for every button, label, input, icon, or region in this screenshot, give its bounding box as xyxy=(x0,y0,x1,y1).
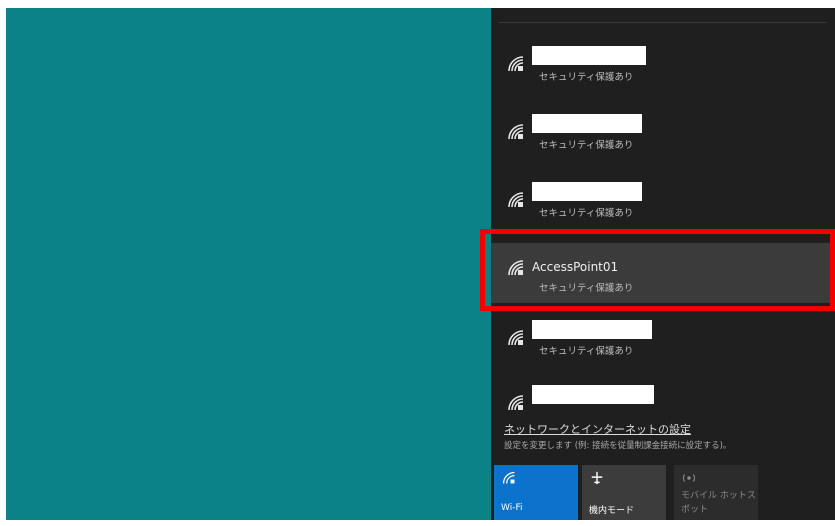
mobile-hotspot-tile[interactable]: モバイル ホットスポット xyxy=(674,465,758,520)
network-ssid-redacted xyxy=(532,182,642,201)
highlight-box xyxy=(480,229,835,311)
network-item[interactable]: セキュリティ保護あり xyxy=(491,39,835,99)
airplane-tile-label: 機内モード xyxy=(589,506,635,516)
network-security-status: セキュリティ保護あり xyxy=(539,208,634,219)
network-ssid-redacted xyxy=(532,114,642,133)
network-item[interactable]: セキュリティ保護あり xyxy=(491,175,835,235)
desktop-background xyxy=(6,8,491,520)
wifi-toggle-tile[interactable]: Wi-Fi xyxy=(494,465,578,520)
network-security-status: セキュリティ保護あり xyxy=(539,140,634,151)
hotspot-tile-label: モバイル ホットスポット xyxy=(681,491,756,515)
network-ssid-redacted xyxy=(532,46,646,65)
network-security-status: セキュリティ保護あり xyxy=(539,346,634,357)
network-item[interactable]: セキュリティ保護あり xyxy=(491,107,835,167)
network-security-status: セキュリティ保護あり xyxy=(539,72,634,83)
wifi-signal-icon xyxy=(508,124,524,140)
network-ssid-redacted xyxy=(532,385,654,404)
divider xyxy=(499,22,827,23)
wifi-icon xyxy=(502,471,515,484)
wifi-tile-label: Wi-Fi xyxy=(501,503,523,513)
wifi-signal-icon xyxy=(508,395,524,411)
hotspot-icon xyxy=(682,474,696,482)
wifi-signal-icon xyxy=(508,192,524,208)
network-item[interactable]: セキュリティ保護あり xyxy=(491,313,835,373)
network-settings-link[interactable]: ネットワークとインターネットの設定 xyxy=(504,421,691,437)
network-settings-description: 設定を変更します (例: 接続を従量制課金接続に設定する)。 xyxy=(504,441,732,451)
airplane-icon xyxy=(591,471,603,485)
wifi-signal-icon xyxy=(508,330,524,346)
wifi-signal-icon xyxy=(508,56,524,72)
network-ssid-redacted xyxy=(532,320,652,339)
airplane-mode-tile[interactable]: 機内モード xyxy=(582,465,666,520)
